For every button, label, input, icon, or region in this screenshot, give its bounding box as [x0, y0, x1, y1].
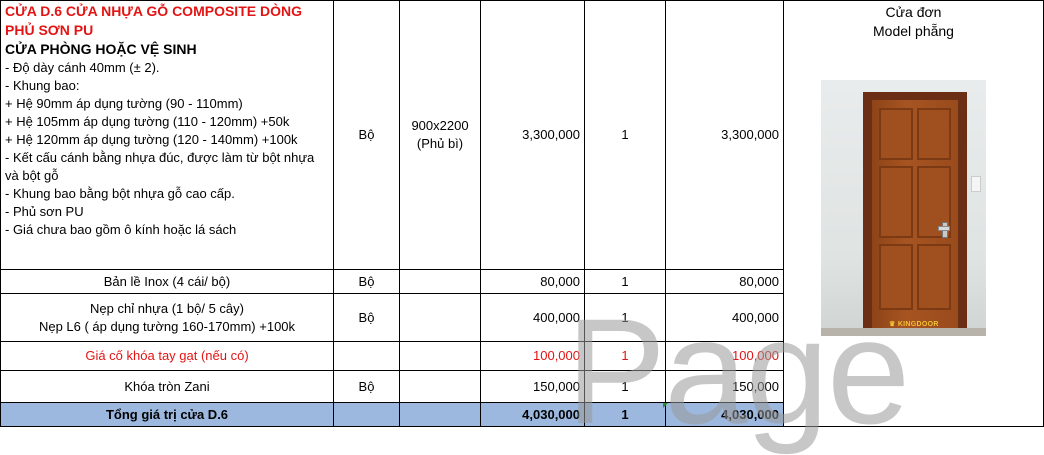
item-qty: 1: [584, 269, 666, 294]
total-unit: [333, 402, 400, 427]
door-panel: [879, 108, 913, 160]
kingdoor-logo: ♛ KINGDOOR: [889, 321, 939, 328]
item-amount: 150,000: [665, 370, 784, 403]
total-qty: 1: [584, 402, 666, 427]
item-unit-price: 150,000: [480, 370, 585, 403]
item-amount: 80,000: [665, 269, 784, 294]
door-qty: 1: [584, 0, 666, 270]
door-size: 900x2200 (Phủ bì): [399, 0, 481, 270]
door-panel: [879, 166, 913, 238]
item-unit-price: 100,000: [480, 341, 585, 371]
door-amount: 3,300,000: [665, 0, 784, 270]
spec-line: - Kết cấu cánh bằng nhựa đúc, được làm t…: [5, 150, 315, 183]
spec-line: - Khung bao:: [5, 78, 80, 93]
spec-line: + Hệ 105mm áp dụng tường (110 - 120mm) +…: [5, 114, 290, 129]
total-size: [399, 402, 481, 427]
spec-line: - Khung bao bằng bột nhựa gỗ cao cấp.: [5, 186, 235, 201]
item-name: Giá cố khóa tay gạt (nếu có): [0, 341, 334, 371]
item-name-line: Nẹp L6 ( áp dụng tường 160-170mm) +100k: [38, 318, 296, 334]
door-subtitle: CỬA PHÒNG HOẶC VỆ SINH: [5, 41, 197, 57]
item-name: Bản lề Inox (4 cái/ bộ): [0, 269, 334, 294]
spec-line: - Giá chưa bao gồm ô kính hoặc lá sách: [5, 222, 237, 237]
item-name-line: Nẹp chỉ nhựa (1 bộ/ 5 cây): [90, 300, 244, 316]
item-size: [399, 370, 481, 403]
item-unit-price: 400,000: [480, 293, 585, 342]
light-switch: [971, 176, 981, 192]
door-unit: Bộ: [333, 0, 400, 270]
quote-table: CỬA D.6 CỬA NHỰA GỖ COMPOSITE DÒNG PHỦ S…: [0, 0, 1044, 427]
door-panel: [917, 244, 951, 310]
item-unit: [333, 341, 400, 371]
image-caption-line1: Cửa đơn: [885, 4, 942, 20]
item-size: [399, 341, 481, 371]
item-amount: 400,000: [665, 293, 784, 342]
door-photo: ♛ KINGDOOR: [821, 80, 986, 336]
item-size: [399, 269, 481, 294]
item-qty: 1: [584, 370, 666, 403]
item-size: [399, 293, 481, 342]
item-qty: 1: [584, 341, 666, 371]
item-name: Khóa tròn Zani: [0, 370, 334, 403]
door-panel: [879, 244, 913, 310]
door-panel: [917, 108, 951, 160]
door-size-line: 900x2200: [411, 118, 469, 133]
spec-line: - Phủ sơn PU: [5, 204, 84, 219]
item-unit: Bộ: [333, 370, 400, 403]
item-amount: 100,000: [665, 341, 784, 371]
product-image-cell: Cửa đơn Model phẵng ♛ KINGDOOR: [783, 0, 1044, 427]
door-unit-price: 3,300,000: [480, 0, 585, 270]
item-unit-price: 80,000: [480, 269, 585, 294]
door-title: CỬA D.6 CỬA NHỰA GỖ COMPOSITE DÒNG PHỦ S…: [5, 3, 302, 38]
cell-comment-marker: [663, 403, 668, 408]
door-description-cell: CỬA D.6 CỬA NHỰA GỖ COMPOSITE DÒNG PHỦ S…: [0, 0, 334, 270]
image-caption-line2: Model phẵng: [873, 23, 954, 39]
table-row-door: CỬA D.6 CỬA NHỰA GỖ COMPOSITE DÒNG PHỦ S…: [0, 0, 1044, 427]
spec-line: + Hệ 90mm áp dụng tường (90 - 110mm): [5, 96, 243, 111]
spec-line: - Độ dày cánh 40mm (± 2).: [5, 60, 160, 75]
door-handle-lever: [938, 226, 950, 231]
total-unit-price: 4,030,000: [480, 402, 585, 427]
item-qty: 1: [584, 293, 666, 342]
door-size-line: (Phủ bì): [416, 136, 464, 151]
total-amount: 4,030,000: [665, 402, 784, 427]
item-unit: Bộ: [333, 269, 400, 294]
total-label: Tổng giá trị cửa D.6: [0, 402, 334, 427]
item-unit: Bộ: [333, 293, 400, 342]
spec-line: + Hệ 120mm áp dụng tường (120 - 140mm) +…: [5, 132, 298, 147]
item-name: Nẹp chỉ nhựa (1 bộ/ 5 cây) Nẹp L6 ( áp d…: [0, 293, 334, 342]
